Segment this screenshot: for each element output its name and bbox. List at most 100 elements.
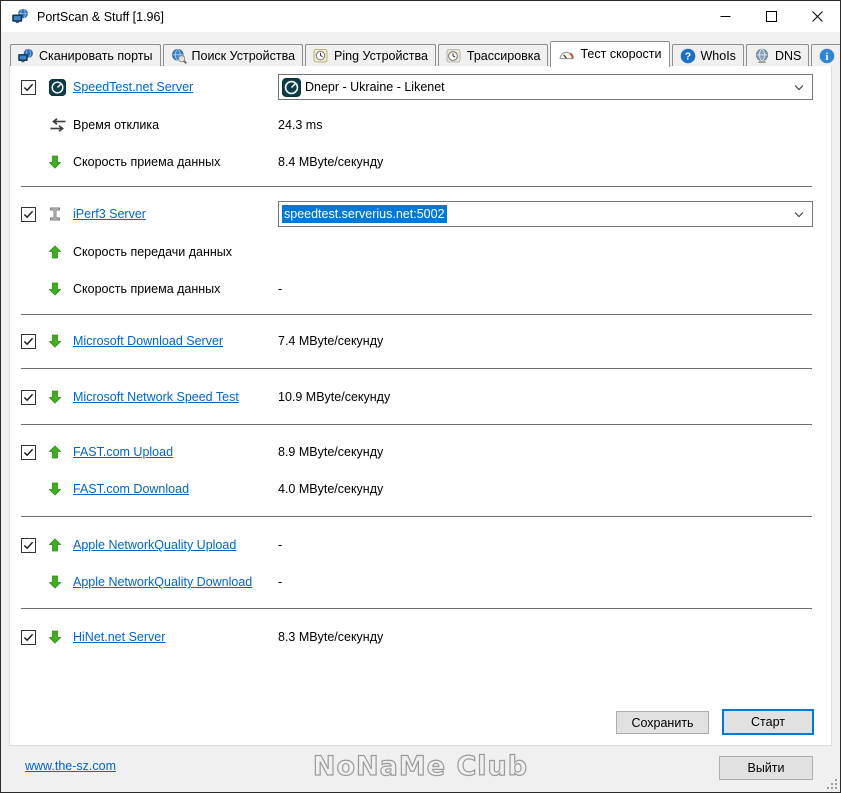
green-down-arrow-icon (49, 482, 61, 496)
minimize-icon (720, 16, 730, 17)
section-separator (21, 368, 812, 369)
upload-speed-row: Скорость передачи данных (10, 239, 831, 265)
tab-label: Тест скорости (580, 47, 662, 61)
green-up-arrow-icon (49, 538, 61, 552)
speed-gauge-icon (560, 51, 575, 60)
close-button[interactable] (794, 1, 840, 32)
metric-value: - (278, 575, 283, 589)
tab-ping-device[interactable]: Ping Устройства (305, 44, 436, 66)
tab-label: Трассировка (466, 48, 541, 63)
tab-scan-ports[interactable]: Сканировать порты (10, 44, 161, 66)
metric-value: 8.4 MByte/секунду (278, 155, 384, 169)
tab-traceroute[interactable]: Трассировка (437, 44, 549, 66)
speedtest-server-link[interactable]: SpeedTest.net Server (73, 80, 193, 94)
checkmark-icon (23, 541, 34, 549)
iperf-enabled-checkbox[interactable] (21, 206, 36, 222)
chevron-down-icon (794, 212, 804, 218)
about-info-icon: i (820, 48, 835, 63)
device-search-icon (171, 48, 187, 64)
section-separator (21, 186, 812, 187)
minimize-button[interactable] (702, 1, 748, 32)
maximize-button[interactable] (748, 1, 794, 32)
combobox-value: Dnepr - Ukraine - Likenet (305, 80, 445, 94)
checkmark-icon (23, 210, 34, 218)
section-separator (21, 424, 812, 425)
tab-label: WhoIs (700, 48, 736, 63)
metric-value: - (278, 538, 283, 552)
checkmark-icon (23, 337, 34, 345)
apple-enabled-checkbox[interactable] (21, 537, 36, 553)
ms-download-checkbox[interactable] (21, 333, 36, 349)
hinet-enabled-checkbox[interactable] (21, 629, 36, 645)
title-bar: PortScan & Stuff [1.96] (1, 1, 840, 32)
checkmark-icon (23, 448, 34, 456)
checkmark-icon (23, 393, 34, 401)
green-down-arrow-icon (49, 334, 61, 348)
tab-label: Сканировать порты (39, 48, 153, 63)
speedtest-gauge-icon (49, 78, 66, 96)
website-link[interactable]: www.the-sz.com (25, 759, 116, 773)
iperf-server-row: iPerf3 Server speedtest.serverius.net:50… (10, 201, 831, 227)
resize-grip[interactable] (825, 777, 838, 790)
tab-label: Ping Устройства (334, 48, 428, 63)
speedtest-server-row: SpeedTest.net Server Dnepr - Ukraine - L… (10, 74, 831, 100)
transfer-arrows-icon (50, 118, 66, 132)
maximize-icon (765, 11, 777, 22)
hinet-server-link[interactable]: HiNet.net Server (73, 630, 165, 644)
exit-button[interactable]: Выйти (719, 756, 813, 780)
noname-club-watermark: NoNaMe Club (312, 750, 529, 782)
whois-icon: ? (680, 48, 695, 63)
section-separator (21, 314, 812, 315)
fast-enabled-checkbox[interactable] (21, 444, 36, 460)
metric-label: Скорость приема данных (73, 282, 221, 296)
iperf-server-link[interactable]: iPerf3 Server (73, 207, 146, 221)
tab-label: DNS (774, 48, 802, 63)
start-button[interactable]: Старт (722, 709, 814, 735)
app-icon (12, 8, 28, 24)
portscan-window: PortScan & Stuff [1.96] Сканировать порт… (0, 0, 841, 793)
metric-value: 8.3 MByte/секунду (278, 630, 384, 644)
ms-network-speed-link[interactable]: Microsoft Network Speed Test (73, 390, 239, 404)
metric-value: - (278, 282, 283, 296)
apple-download-link[interactable]: Apple NetworkQuality Download (73, 575, 252, 589)
save-button[interactable]: Сохранить (616, 711, 709, 734)
ms-download-link[interactable]: Microsoft Download Server (73, 334, 223, 348)
green-up-arrow-icon (49, 445, 61, 459)
chevron-down-icon (794, 85, 804, 91)
fast-upload-link[interactable]: FAST.com Upload (73, 445, 173, 459)
metric-value: 24.3 ms (278, 118, 323, 132)
window-title: PortScan & Stuff [1.96] (37, 9, 164, 24)
iperf-server-combobox[interactable]: speedtest.serverius.net:5002 (278, 201, 813, 227)
ms-speedtest-row: Microsoft Network Speed Test 10.9 MByte/… (10, 384, 831, 410)
combobox-selected-text: speedtest.serverius.net:5002 (282, 205, 447, 223)
tab-dns[interactable]: DNS (745, 44, 810, 66)
dns-icon (755, 48, 769, 63)
tab-speed-test[interactable]: Тест скорости (550, 41, 670, 67)
ms-speedtest-checkbox[interactable] (21, 389, 36, 405)
metric-value: 4.0 MByte/секунду (278, 482, 384, 496)
metric-label: Скорость приема данных (73, 155, 221, 169)
apple-download-row: Apple NetworkQuality Download - (10, 569, 831, 595)
fast-download-link[interactable]: FAST.com Download (73, 482, 189, 496)
response-time-row: Время отклика 24.3 ms (10, 112, 831, 138)
green-down-arrow-icon (49, 575, 61, 589)
apple-upload-link[interactable]: Apple NetworkQuality Upload (73, 538, 236, 552)
green-down-arrow-icon (49, 630, 61, 644)
apple-upload-row: Apple NetworkQuality Upload - (10, 532, 831, 558)
tab-whois[interactable]: ? WhoIs (671, 44, 744, 66)
green-down-arrow-icon (49, 390, 61, 404)
fast-upload-row: FAST.com Upload 8.9 MByte/секунду (10, 439, 831, 465)
close-icon (811, 11, 823, 22)
checkmark-icon (23, 83, 34, 91)
metric-label: Время отклика (73, 118, 160, 132)
speedtest-server-combobox[interactable]: Dnepr - Ukraine - Likenet (278, 74, 813, 100)
tab-about[interactable]: i О нас (811, 44, 840, 66)
metric-value: 7.4 MByte/секунду (278, 334, 384, 348)
tab-label: Поиск Устройства (191, 48, 296, 63)
network-scan-icon (18, 47, 33, 62)
green-down-arrow-icon (49, 155, 61, 169)
speedtest-enabled-checkbox[interactable] (21, 79, 36, 95)
section-separator (21, 608, 812, 609)
tab-device-search[interactable]: Поиск Устройства (162, 44, 304, 66)
tab-strip: Сканировать порты Поиск Устройства Ping … (10, 41, 840, 67)
